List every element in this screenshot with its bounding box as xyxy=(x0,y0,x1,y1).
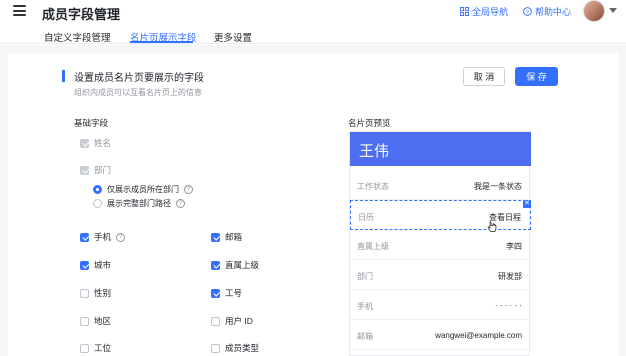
section-subtitle: 组织内成员可以互看名片页上的信息 xyxy=(74,88,202,97)
dept-option-own[interactable]: 仅展示成员所在部门 ? xyxy=(93,184,193,195)
field-department-checkbox: 部门 xyxy=(80,164,111,176)
preview-row-manager: 直属上级 李四 xyxy=(350,230,531,260)
preview-row-value: 我是一条状态 xyxy=(474,182,522,191)
field-workstation-checkbox[interactable]: 工位 xyxy=(80,342,111,354)
tab-more-settings[interactable]: 更多设置 xyxy=(214,30,252,44)
field-label: 性别 xyxy=(94,288,112,298)
field-gender-checkbox[interactable]: 性别 xyxy=(80,287,111,299)
preview-row-value: 李四 xyxy=(506,242,522,251)
radio-label: 展示完整部门路径 xyxy=(107,199,171,208)
checkbox-icon xyxy=(80,288,89,298)
page-title: 成员字段管理 xyxy=(42,7,121,22)
field-label: 城市 xyxy=(94,260,112,270)
preview-label: 名片页预览 xyxy=(348,118,391,128)
field-label: 邮箱 xyxy=(225,232,243,242)
radio-icon xyxy=(93,185,102,194)
field-label: 用户 ID xyxy=(225,316,253,326)
section-accent xyxy=(62,70,65,82)
help-center-link[interactable]: ? 帮助中心 xyxy=(523,5,571,18)
help-icon[interactable]: ? xyxy=(184,185,193,194)
field-label: 成员类型 xyxy=(225,343,260,353)
field-user-id-checkbox[interactable]: 用户 ID xyxy=(211,315,253,327)
chevron-down-icon[interactable] xyxy=(609,8,617,13)
preview-row-key: 部门 xyxy=(357,272,373,281)
dept-option-full-path[interactable]: 展示完整部门路径 ? xyxy=(93,198,185,209)
close-icon[interactable]: ✕ xyxy=(523,200,531,208)
checkbox-icon xyxy=(80,343,89,353)
global-nav-link[interactable]: 全局导航 xyxy=(460,5,508,18)
preview-row-key: 直属上级 xyxy=(357,242,389,251)
field-email-checkbox[interactable]: 邮箱 xyxy=(211,231,242,243)
preview-row-value: wangwei@example.com xyxy=(435,331,522,340)
checkbox-icon xyxy=(80,232,89,242)
grid-icon xyxy=(460,7,469,16)
checkbox-icon xyxy=(211,260,220,270)
tab-custom-fields[interactable]: 自定义字段管理 xyxy=(44,30,111,44)
field-label: 地区 xyxy=(94,316,112,326)
menu-icon[interactable] xyxy=(13,5,26,16)
help-center-label: 帮助中心 xyxy=(535,7,572,17)
field-label: 工号 xyxy=(225,288,243,298)
help-icon: ? xyxy=(523,7,532,16)
section-title: 设置成员名片页要展示的字段 xyxy=(74,73,204,84)
help-icon[interactable]: ? xyxy=(176,199,185,208)
checkbox-icon xyxy=(211,343,220,353)
preview-row-key: 工作状态 xyxy=(357,182,389,191)
basic-fields-label: 基础字段 xyxy=(74,118,109,128)
checkbox-icon xyxy=(211,232,220,242)
radio-icon xyxy=(93,199,102,208)
preview-row-email: 邮箱 wangwei@example.com xyxy=(350,320,531,350)
checkbox-icon xyxy=(80,138,89,148)
hand-cursor-icon xyxy=(487,221,497,232)
top-bar: 成员字段管理 全局导航 ? 帮助中心 xyxy=(0,0,626,24)
checkbox-icon xyxy=(80,165,89,175)
card-preview: 王伟 工作状态 我是一条状态 日历 查看日程 ✕ 直属上级 李四 部门 研发部 … xyxy=(349,131,531,356)
field-name-checkbox: 姓名 xyxy=(80,137,111,149)
avatar[interactable] xyxy=(583,0,605,22)
preview-row-key: 邮箱 xyxy=(357,332,373,341)
preview-name: 王伟 xyxy=(359,143,390,160)
preview-row-key: 手机 xyxy=(357,302,373,311)
field-label: 工位 xyxy=(94,343,112,353)
help-icon[interactable]: ? xyxy=(116,232,126,242)
checkbox-icon xyxy=(211,316,220,326)
active-tab-indicator xyxy=(130,41,193,43)
field-mobile-checkbox[interactable]: 手机 ? xyxy=(80,231,126,243)
preview-row-calendar[interactable]: 日历 查看日程 ✕ xyxy=(350,200,531,230)
field-label: 手机 xyxy=(94,232,112,242)
preview-row-status: 工作状态 我是一条状态 xyxy=(350,170,531,200)
preview-row-value: 研发部 xyxy=(498,272,522,281)
save-button[interactable]: 保 存 xyxy=(515,67,558,86)
preview-row-key: 日历 xyxy=(358,213,374,222)
field-region-checkbox[interactable]: 地区 xyxy=(80,315,111,327)
field-city-checkbox[interactable]: 城市 xyxy=(80,259,111,271)
cancel-button[interactable]: 取 消 xyxy=(463,67,505,86)
checkbox-icon xyxy=(80,316,89,326)
radio-label: 仅展示成员所在部门 xyxy=(107,185,179,194)
field-manager-checkbox[interactable]: 直属上级 xyxy=(211,259,259,271)
checkbox-icon xyxy=(211,288,220,298)
checkbox-icon xyxy=(80,260,89,270)
preview-row-mobile: 手机 · · · · · · xyxy=(350,290,531,320)
global-nav-label: 全局导航 xyxy=(472,7,509,17)
preview-row-value: · · · · · · xyxy=(494,301,522,310)
field-label: 直属上级 xyxy=(225,260,260,270)
preview-row-department: 部门 研发部 xyxy=(350,260,531,290)
preview-header: 王伟 xyxy=(350,132,531,166)
field-member-type-checkbox[interactable]: 成员类型 xyxy=(211,342,259,354)
tab-bar: 自定义字段管理 名片页展示字段 更多设置 xyxy=(0,26,626,44)
field-label: 部门 xyxy=(94,165,112,175)
field-employee-id-checkbox[interactable]: 工号 xyxy=(211,287,242,299)
field-label: 姓名 xyxy=(94,138,112,148)
